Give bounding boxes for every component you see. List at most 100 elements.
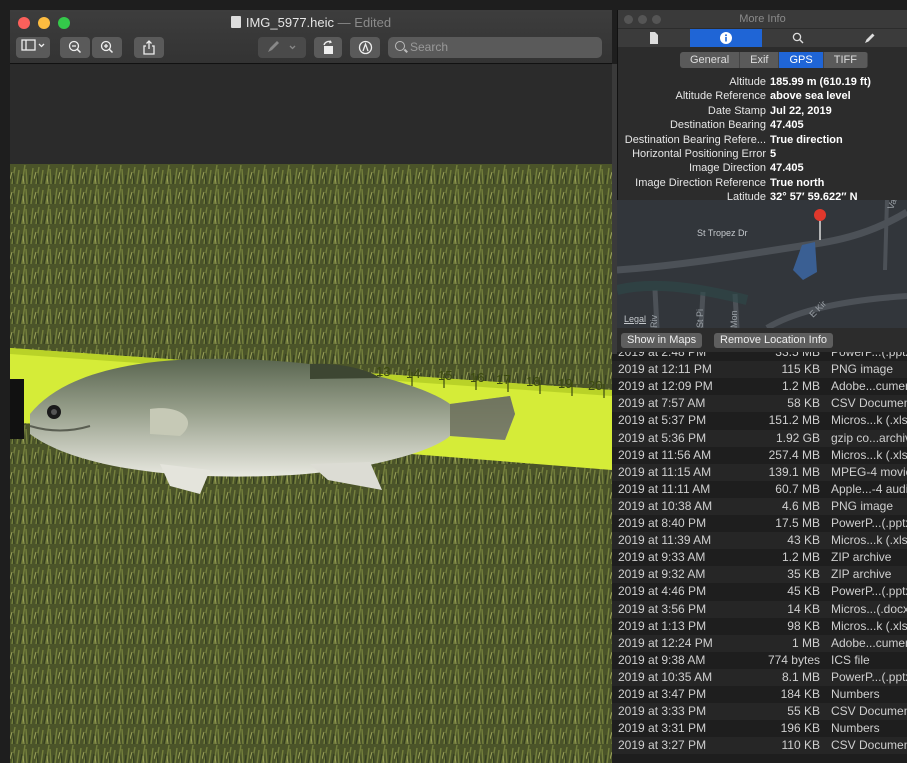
file-row[interactable]: 2019 at 2:48 PM 33.5 MB PowerP...(.pptx	[612, 352, 907, 361]
file-date: 2019 at 12:24 PM	[618, 635, 713, 650]
file-kind: Adobe...cument	[831, 379, 907, 394]
minimize-button[interactable]	[638, 15, 647, 24]
file-row[interactable]: 2019 at 9:33 AM 1.2 MB ZIP archive	[612, 549, 907, 566]
close-button[interactable]	[624, 15, 633, 24]
gps-value: 47.405	[770, 119, 804, 132]
show-in-maps-button[interactable]: Show in Maps	[621, 333, 703, 348]
window-title: IMG_5977.heic — Edited	[10, 15, 612, 30]
file-kind: Micros...k (.xlsx	[831, 533, 907, 548]
zoom-button[interactable]	[652, 15, 661, 24]
file-row[interactable]: 2019 at 12:11 PM 115 KB PNG image	[612, 361, 907, 379]
svg-text:16: 16	[470, 370, 484, 385]
segment-gps[interactable]: GPS	[779, 52, 824, 68]
file-row[interactable]: 2019 at 11:15 AM 139.1 MB MPEG-4 movie	[612, 463, 907, 481]
markup-icon	[358, 40, 372, 55]
file-row[interactable]: 2019 at 11:11 AM 60.7 MB Apple...-4 audio	[612, 481, 907, 498]
magnifier-icon	[792, 32, 804, 44]
sidebar-toggle-button[interactable]	[16, 37, 50, 58]
file-size: 1 MB	[791, 635, 820, 650]
file-kind: PowerP...(.pptx	[831, 352, 907, 359]
file-row[interactable]: 2019 at 12:09 PM 1.2 MB Adobe...cument	[612, 378, 907, 395]
file-size: 151.2 MB	[768, 413, 820, 428]
markup-pen-button[interactable]	[258, 37, 306, 58]
file-size: 55 KB	[787, 704, 820, 719]
file-row[interactable]: 2019 at 3:33 PM 55 KB CSV Document	[612, 703, 907, 721]
file-row[interactable]: 2019 at 5:37 PM 151.2 MB Micros...k (.xlsx	[612, 412, 907, 429]
file-row[interactable]: 2019 at 11:56 AM 257.4 MB Micros...k (.xls…	[612, 447, 907, 464]
file-size: 257.4 MB	[768, 447, 820, 462]
file-size: 1.2 MB	[781, 550, 820, 565]
file-kind: PowerP...(.pptx	[831, 584, 907, 599]
file-date: 2019 at 11:39 AM	[618, 533, 712, 548]
metadata-segmented-control[interactable]: General Exif GPS TIFF	[680, 52, 868, 68]
svg-text:15: 15	[438, 368, 452, 383]
rotate-button[interactable]	[314, 37, 342, 58]
file-row[interactable]: 2019 at 10:38 AM 4.6 MB PNG image	[612, 497, 907, 515]
file-row[interactable]: 2019 at 3:31 PM 196 KB Numbers	[612, 720, 907, 737]
file-size: 115 KB	[781, 362, 820, 377]
gps-row: Destination Bearing 47.405	[618, 118, 907, 132]
file-kind: ZIP archive	[831, 550, 892, 565]
tab-annotations[interactable]	[834, 29, 906, 47]
gps-row: Horizontal Positioning Error 5	[618, 147, 907, 161]
file-row[interactable]: 2019 at 8:40 PM 17.5 MB PowerP...(.pptx	[612, 515, 907, 532]
location-map[interactable]: Vail Riv St Pi Mon E Kir St Tropez Dr Le…	[617, 200, 907, 328]
zoom-in-button[interactable]	[92, 37, 122, 58]
segment-tiff[interactable]: TIFF	[824, 52, 868, 68]
gps-key: Date Stamp	[707, 104, 766, 117]
file-row[interactable]: 2019 at 3:47 PM 184 KB Numbers	[612, 686, 907, 703]
segment-exif[interactable]: Exif	[740, 52, 780, 68]
title-bar[interactable]: IMG_5977.heic — Edited Search	[10, 10, 612, 64]
file-row[interactable]: 2019 at 12:24 PM 1 MB Adobe...cument	[612, 634, 907, 652]
file-date: 2019 at 3:33 PM	[618, 704, 707, 719]
file-row[interactable]: 2019 at 9:38 AM 774 bytes ICS file	[612, 652, 907, 669]
file-row[interactable]: 2019 at 10:35 AM 8.1 MB PowerP...(.pptx	[612, 668, 907, 686]
file-date: 2019 at 1:13 PM	[618, 618, 707, 633]
sidebar-icon	[21, 39, 45, 51]
search-placeholder: Search	[410, 40, 449, 54]
file-size: 33.5 MB	[775, 352, 820, 359]
panel-title-bar[interactable]: More Info	[618, 10, 907, 28]
file-row[interactable]: 2019 at 11:39 AM 43 KB Micros...k (.xlsx	[612, 532, 907, 550]
gps-key: Image Direction Reference	[635, 176, 766, 189]
share-button[interactable]	[134, 37, 164, 58]
file-size: 43 KB	[787, 533, 820, 548]
zoom-out-button[interactable]	[60, 37, 90, 58]
tab-search[interactable]	[762, 29, 834, 47]
file-row[interactable]: 2019 at 5:36 PM 1.92 GB gzip co...archive	[612, 429, 907, 447]
remove-location-info-button[interactable]: Remove Location Info	[714, 333, 834, 348]
file-size: 139.1 MB	[768, 464, 820, 479]
file-row[interactable]: 2019 at 3:27 PM 110 KB CSV Document	[612, 737, 907, 755]
map-action-bar: Show in Maps Remove Location Info	[617, 328, 907, 352]
tab-info[interactable]	[690, 29, 762, 47]
svg-text:18: 18	[526, 374, 540, 389]
file-row[interactable]: 2019 at 3:56 PM 14 KB Micros...(.docx	[612, 600, 907, 618]
info-icon	[720, 32, 732, 44]
filename: IMG_5977.heic	[245, 15, 335, 30]
gps-row: Destination Bearing Refere... True direct…	[618, 133, 907, 147]
file-date: 2019 at 3:47 PM	[618, 687, 707, 701]
file-row[interactable]: 2019 at 7:57 AM 58 KB CSV Document	[612, 395, 907, 413]
gps-key: Altitude	[729, 76, 766, 88]
file-size: 60.7 MB	[775, 481, 820, 496]
file-kind: CSV Document	[831, 396, 907, 411]
file-kind: PNG image	[831, 498, 894, 513]
file-row[interactable]: 2019 at 4:46 PM 45 KB PowerP...(.pptx	[612, 583, 907, 600]
finder-file-list[interactable]: 2019 at 2:48 PM 33.5 MB PowerP...(.pptx 201…	[612, 352, 907, 763]
segment-general[interactable]: General	[680, 52, 741, 68]
search-icon	[395, 41, 405, 51]
file-size: 774 bytes	[767, 652, 820, 667]
search-field[interactable]: Search	[388, 37, 602, 58]
tab-document[interactable]	[618, 29, 690, 47]
file-size: 1.2 MB	[781, 379, 820, 394]
file-kind: Apple...-4 audio	[831, 481, 907, 496]
svg-text:Riv: Riv	[649, 315, 659, 328]
file-row[interactable]: 2019 at 1:13 PM 98 KB Micros...k (.xlsx	[612, 618, 907, 635]
file-row[interactable]: 2019 at 9:32 AM 35 KB ZIP archive	[612, 566, 907, 584]
file-kind: Micros...k (.xlsx	[831, 618, 907, 633]
file-size: 17.5 MB	[775, 516, 820, 530]
panel-title: More Info	[739, 13, 786, 25]
file-date: 2019 at 11:11 AM	[618, 481, 711, 496]
markup-toolbar-button[interactable]	[350, 37, 380, 58]
map-legal-link[interactable]: Legal	[624, 314, 646, 324]
